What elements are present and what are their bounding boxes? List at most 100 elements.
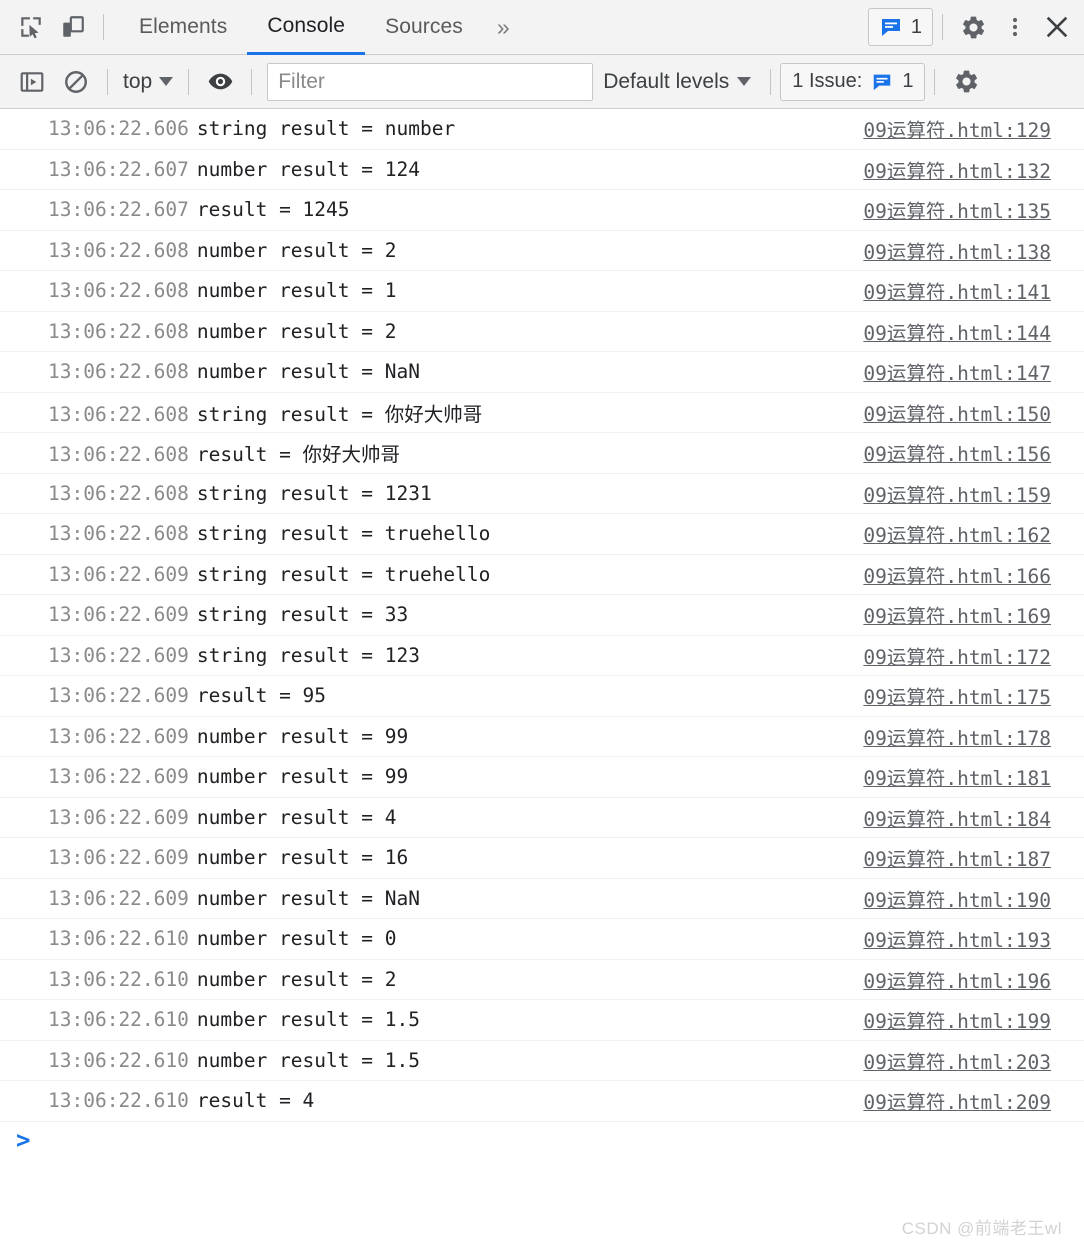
issues-badge-button[interactable]: 1 xyxy=(867,8,933,46)
console-message-text: 13:06:22.609 number result = 99 xyxy=(48,725,408,748)
console-message-row[interactable]: 13:06:22.608 number result = NaN 09运算符.htm… xyxy=(0,352,1084,393)
console-source-link[interactable]: 09运算符.html:193 xyxy=(863,924,1051,953)
console-message-row[interactable]: 13:06:22.609 number result = 16 09运算符.html… xyxy=(0,838,1084,879)
toolbar-divider-4 xyxy=(770,68,772,95)
console-message-row[interactable]: 13:06:22.609 number result = 99 09运算符.html… xyxy=(0,757,1084,798)
console-message-timestamp: 13:06:22.608 xyxy=(48,402,189,426)
console-message-row[interactable]: 13:06:22.607 result = 1245 09运算符.html:135 xyxy=(0,190,1084,231)
console-message-list[interactable]: 13:06:22.606 string result = number 09运算符.… xyxy=(0,109,1084,1253)
console-message-text: 13:06:22.609 string result = truehello xyxy=(48,563,490,586)
console-message-timestamp: 13:06:22.609 xyxy=(48,805,189,829)
console-message-row[interactable]: 13:06:22.609 number result = 99 09运算符.html… xyxy=(0,717,1084,757)
filter-input[interactable]: Filter xyxy=(267,62,594,101)
console-message-row[interactable]: 13:06:22.608 string result = 你好大帅哥 09运算符.h… xyxy=(0,393,1084,433)
console-message-row[interactable]: 13:06:22.608 number result = 2 09运算符.html:… xyxy=(0,231,1084,271)
console-source-link[interactable]: 09运算符.html:138 xyxy=(863,236,1051,265)
log-levels-label: Default levels xyxy=(603,69,730,93)
console-source-link[interactable]: 09运算符.html:169 xyxy=(863,600,1051,629)
console-message-timestamp: 13:06:22.608 xyxy=(48,481,189,505)
issues-count-button[interactable]: 1 Issue: 1 xyxy=(780,62,926,101)
console-message-row[interactable]: 13:06:22.609 string result = 123 09运算符.htm… xyxy=(0,636,1084,676)
console-message-row[interactable]: 13:06:22.609 string result = truehello 09运… xyxy=(0,555,1084,595)
console-message-body: number result = 99 xyxy=(196,724,409,748)
console-message-text: 13:06:22.609 number result = 99 xyxy=(48,765,408,788)
console-source-link[interactable]: 09运算符.html:132 xyxy=(863,155,1051,184)
watermark: CSDN @前端老王wl xyxy=(901,1219,1062,1238)
more-options-icon[interactable] xyxy=(994,6,1036,48)
console-source-link[interactable]: 09运算符.html:203 xyxy=(863,1046,1051,1075)
console-source-link[interactable]: 09运算符.html:150 xyxy=(863,398,1051,427)
console-message-timestamp: 13:06:22.608 xyxy=(48,360,189,384)
console-source-link[interactable]: 09运算符.html:187 xyxy=(863,843,1051,872)
inspect-element-icon[interactable] xyxy=(10,6,52,48)
console-message-row[interactable]: 13:06:22.609 number result = 4 09运算符.html:… xyxy=(0,798,1084,838)
console-message-body: number result = 2 xyxy=(196,238,397,262)
clear-console-icon[interactable] xyxy=(54,62,98,102)
console-message-row[interactable]: 13:06:22.609 string result = 33 09运算符.html… xyxy=(0,595,1084,636)
more-tabs-button[interactable]: » xyxy=(483,0,524,55)
console-source-link[interactable]: 09运算符.html:172 xyxy=(863,641,1051,670)
console-source-link[interactable]: 09运算符.html:199 xyxy=(863,1005,1051,1034)
console-source-link[interactable]: 09运算符.html:156 xyxy=(863,438,1051,467)
console-source-link[interactable]: 09运算符.html:166 xyxy=(863,560,1051,589)
console-message-body: number result = 124 xyxy=(196,157,420,181)
tabbar-divider-2 xyxy=(942,14,943,40)
console-source-link[interactable]: 09运算符.html:209 xyxy=(863,1086,1051,1115)
console-message-row[interactable]: 13:06:22.608 result = 你好大帅哥 09运算符.html:156 xyxy=(0,433,1084,474)
console-message-row[interactable]: 13:06:22.610 number result = 0 09运算符.html:… xyxy=(0,919,1084,960)
console-message-timestamp: 13:06:22.610 xyxy=(48,1008,189,1032)
console-source-link[interactable]: 09运算符.html:196 xyxy=(863,965,1051,994)
console-sidebar-icon[interactable] xyxy=(10,62,54,102)
tab-console[interactable]: Console xyxy=(247,0,366,55)
console-message-row[interactable]: 13:06:22.610 number result = 1.5 09运算符.htm… xyxy=(0,1000,1084,1041)
console-message-timestamp: 13:06:22.607 xyxy=(48,198,189,222)
console-message-row[interactable]: 13:06:22.607 number result = 124 09运算符.htm… xyxy=(0,150,1084,190)
console-source-link[interactable]: 09运算符.html:184 xyxy=(863,803,1051,832)
console-toolbar: top Filter Default levels 1 Issue: 1 xyxy=(0,55,1084,109)
console-source-link[interactable]: 09运算符.html:141 xyxy=(863,276,1051,305)
console-source-link[interactable]: 09运算符.html:178 xyxy=(863,722,1051,751)
close-icon[interactable] xyxy=(1036,6,1078,48)
console-source-link[interactable]: 09运算符.html:159 xyxy=(863,479,1051,508)
eye-icon[interactable] xyxy=(198,62,242,102)
console-message-row[interactable]: 13:06:22.608 number result = 1 09运算符.html:… xyxy=(0,271,1084,312)
console-source-link[interactable]: 09运算符.html:135 xyxy=(863,195,1051,224)
console-message-row[interactable]: 13:06:22.610 number result = 1.5 09运算符.htm… xyxy=(0,1041,1084,1081)
devtools-tabbar: Elements Console Sources » 1 xyxy=(0,0,1084,55)
console-message-text: 13:06:22.608 string result = truehello xyxy=(48,522,490,545)
console-message-row[interactable]: 13:06:22.610 result = 4 09运算符.html:209 xyxy=(0,1081,1084,1122)
console-source-link[interactable]: 09运算符.html:175 xyxy=(863,681,1051,710)
gear-icon[interactable] xyxy=(952,6,994,48)
console-message-body: number result = 99 xyxy=(196,765,409,789)
console-message-row[interactable]: 13:06:22.609 result = 95 09运算符.html:175 xyxy=(0,676,1084,717)
console-message-body: number result = 1 xyxy=(196,279,397,303)
execution-context-selector[interactable]: top xyxy=(117,70,179,94)
toolbar-divider-1 xyxy=(107,68,108,95)
tab-elements[interactable]: Elements xyxy=(119,0,247,55)
console-source-link[interactable]: 09运算符.html:181 xyxy=(863,762,1051,791)
console-source-link[interactable]: 09运算符.html:144 xyxy=(863,317,1051,346)
device-toolbar-icon[interactable] xyxy=(52,6,94,48)
console-message-row[interactable]: 13:06:22.610 number result = 2 09运算符.html:… xyxy=(0,960,1084,1000)
console-prompt[interactable]: > xyxy=(0,1122,1084,1166)
console-source-link[interactable]: 09运算符.html:129 xyxy=(863,114,1051,143)
console-message-body: number result = 2 xyxy=(196,967,397,991)
tab-sources[interactable]: Sources xyxy=(365,0,483,55)
gear-icon[interactable] xyxy=(944,62,988,102)
toolbar-divider-2 xyxy=(188,68,190,95)
console-source-link[interactable]: 09运算符.html:190 xyxy=(863,884,1051,913)
console-message-timestamp: 13:06:22.609 xyxy=(48,603,189,627)
log-levels-selector[interactable]: Default levels xyxy=(593,70,761,94)
devtools-panel: Elements Console Sources » 1 top Filter … xyxy=(0,0,1084,1253)
console-message-row[interactable]: 13:06:22.606 string result = number 09运算符.… xyxy=(0,109,1084,150)
console-message-row[interactable]: 13:06:22.608 string result = truehello 09运… xyxy=(0,514,1084,555)
console-source-link[interactable]: 09运算符.html:147 xyxy=(863,357,1051,386)
console-message-text: 13:06:22.610 number result = 1.5 xyxy=(48,1049,420,1072)
console-message-timestamp: 13:06:22.610 xyxy=(48,1048,189,1072)
console-message-row[interactable]: 13:06:22.608 string result = 1231 09运算符.ht… xyxy=(0,474,1084,514)
console-message-timestamp: 13:06:22.608 xyxy=(48,238,189,262)
console-message-text: 13:06:22.608 number result = 2 xyxy=(48,239,396,262)
console-message-row[interactable]: 13:06:22.609 number result = NaN 09运算符.htm… xyxy=(0,879,1084,919)
console-message-row[interactable]: 13:06:22.608 number result = 2 09运算符.html:… xyxy=(0,312,1084,352)
console-source-link[interactable]: 09运算符.html:162 xyxy=(863,519,1051,548)
